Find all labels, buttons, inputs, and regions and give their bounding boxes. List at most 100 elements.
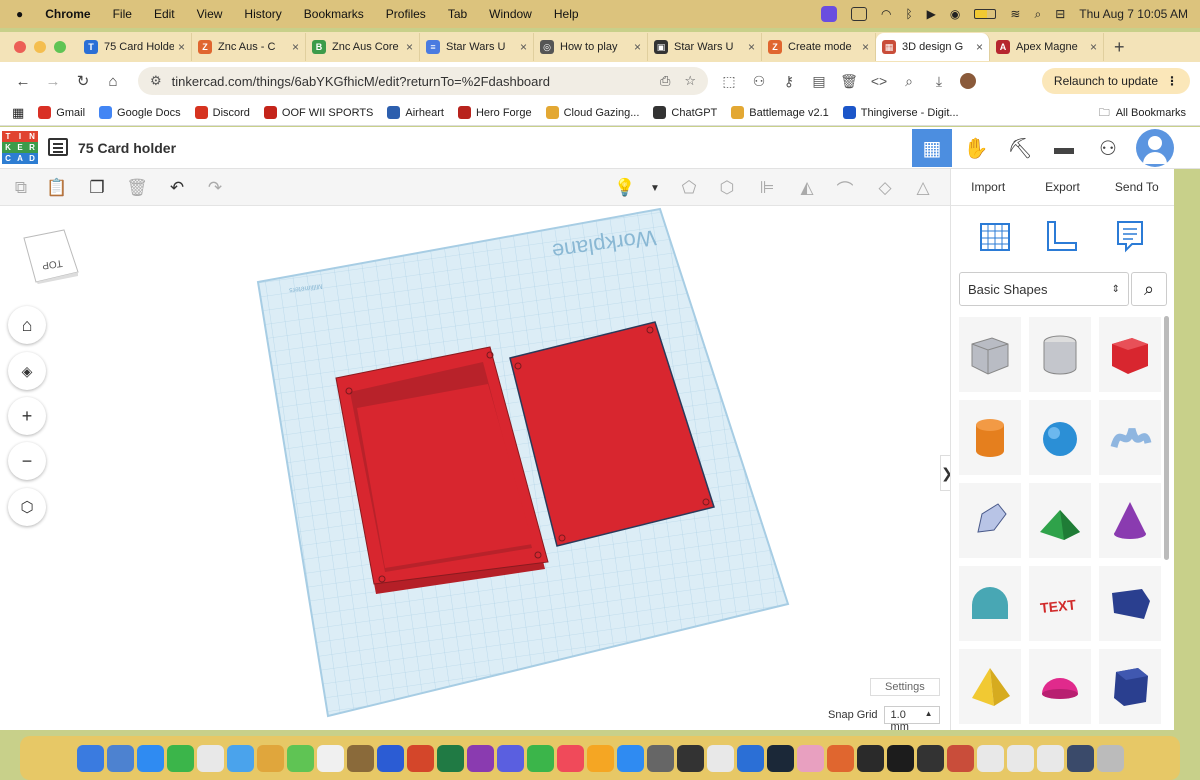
- browser-tab[interactable]: ◎ How to play ×: [534, 33, 648, 61]
- dock-app-icon[interactable]: [736, 744, 764, 772]
- view-cube[interactable]: TOP: [22, 228, 80, 284]
- forward-icon[interactable]: →: [40, 73, 66, 90]
- password-key-icon[interactable]: ⚷: [780, 73, 798, 90]
- browser-tab[interactable]: T 75 Card Holder ×: [78, 33, 192, 61]
- export-button[interactable]: Export: [1025, 169, 1099, 205]
- menu-window[interactable]: Window: [489, 7, 532, 21]
- ruler-icon[interactable]: [1044, 218, 1080, 254]
- apps-grid-icon[interactable]: ▦: [12, 105, 24, 121]
- browser-tab[interactable]: ≡ Star Wars U ×: [420, 33, 534, 61]
- shape-box[interactable]: [1099, 317, 1161, 392]
- workplane-tool-icon[interactable]: ◇: [874, 177, 896, 199]
- menu-help[interactable]: Help: [554, 7, 579, 21]
- snap-grid-select[interactable]: 1.0 mm ▲: [883, 706, 940, 730]
- relaunch-button[interactable]: Relaunch to update ⋮: [1041, 68, 1190, 94]
- ungroup-icon[interactable]: ⬡: [716, 177, 738, 199]
- back-icon[interactable]: ←: [10, 73, 36, 90]
- more-menu-icon[interactable]: ⋮: [1166, 74, 1178, 88]
- bookmark-star-icon[interactable]: ☆: [684, 73, 696, 89]
- close-tab-icon[interactable]: ×: [406, 40, 413, 54]
- tinkercad-logo[interactable]: TIN KER CAD: [2, 131, 38, 165]
- align-icon[interactable]: ⊫: [756, 177, 778, 199]
- search-icon[interactable]: ⌕: [1034, 7, 1041, 22]
- dock-app-icon[interactable]: [766, 744, 794, 772]
- menu-view[interactable]: View: [197, 7, 223, 21]
- send-to-button[interactable]: Send To: [1100, 169, 1174, 205]
- dock-app-icon[interactable]: [376, 744, 404, 772]
- browser-tab[interactable]: ▣ Star Wars U ×: [648, 33, 762, 61]
- search-shapes-button[interactable]: ⌕: [1131, 272, 1167, 306]
- shape-scribble[interactable]: [1099, 400, 1161, 475]
- trash-icon[interactable]: 🗑: [840, 73, 858, 90]
- dock-app-icon[interactable]: [706, 744, 734, 772]
- menu-app-name[interactable]: Chrome: [45, 7, 90, 21]
- dock-app-icon[interactable]: [496, 744, 524, 772]
- browser-tab[interactable]: B Znc Aus Core ×: [306, 33, 420, 61]
- browser-tab[interactable]: ▦ 3D design G ×: [876, 33, 990, 61]
- zoom-out-icon[interactable]: −: [8, 442, 46, 480]
- control-center-icon[interactable]: ⊟: [1055, 7, 1065, 21]
- 3d-view-grid-icon[interactable]: ▦: [912, 129, 952, 167]
- bookmark-item[interactable]: Thingiverse - Digit...: [842, 106, 959, 119]
- shape-cylinder-hole[interactable]: [1029, 317, 1091, 392]
- redo-icon[interactable]: ↷: [204, 177, 226, 199]
- reload-icon[interactable]: ↻: [70, 72, 96, 90]
- close-tab-icon[interactable]: ×: [976, 40, 983, 54]
- dock-app-icon[interactable]: [1036, 744, 1064, 772]
- all-bookmarks-button[interactable]: 🗀 All Bookmarks: [1099, 100, 1186, 126]
- menu-edit[interactable]: Edit: [154, 7, 175, 21]
- minimize-window-button[interactable]: [34, 41, 46, 53]
- zoom-in-icon[interactable]: +: [8, 397, 46, 435]
- bookmark-item[interactable]: ChatGPT: [653, 106, 717, 119]
- browser-tab[interactable]: Z Znc Aus - C ×: [192, 33, 306, 61]
- shape-cylinder[interactable]: [959, 400, 1021, 475]
- close-tab-icon[interactable]: ×: [178, 40, 185, 54]
- dock-app-icon[interactable]: [226, 744, 254, 772]
- settings-button[interactable]: Settings: [870, 678, 940, 696]
- dock-app-icon[interactable]: [406, 744, 434, 772]
- dock-app-icon[interactable]: [976, 744, 1004, 772]
- dock-app-icon[interactable]: [556, 744, 584, 772]
- address-bar[interactable]: ⚙ tinkercad.com/things/6abYKGfhicM/edit?…: [138, 67, 708, 95]
- dock-app-icon[interactable]: [886, 744, 914, 772]
- shape-wedge[interactable]: [1099, 566, 1161, 641]
- bookmark-item[interactable]: OOF WII SPORTS: [263, 106, 373, 119]
- reader-icon[interactable]: ▤: [810, 73, 828, 90]
- battery-icon[interactable]: [974, 9, 997, 19]
- dock-app-icon[interactable]: [346, 744, 374, 772]
- zoom-window-button[interactable]: [54, 41, 66, 53]
- close-window-button[interactable]: [14, 41, 26, 53]
- grid-icon[interactable]: [977, 218, 1013, 254]
- bookmark-item[interactable]: Discord: [194, 106, 250, 119]
- bookmark-item[interactable]: Cloud Gazing...: [545, 106, 639, 119]
- avatar[interactable]: [1136, 129, 1174, 167]
- dock-app-icon[interactable]: [196, 744, 224, 772]
- pickaxe-icon[interactable]: ⛏: [1000, 129, 1040, 167]
- menu-tab[interactable]: Tab: [448, 7, 467, 21]
- apple-icon[interactable]: ●: [16, 7, 23, 21]
- code-icon[interactable]: <>: [870, 73, 888, 89]
- notes-icon[interactable]: [1112, 218, 1148, 254]
- bookmark-item[interactable]: Hero Forge: [457, 106, 532, 119]
- add-user-icon[interactable]: ⚇: [1088, 129, 1128, 167]
- download-icon[interactable]: ⤓: [930, 73, 948, 90]
- design-list-icon[interactable]: [48, 138, 68, 156]
- menubar-clock[interactable]: Thu Aug 7 10:05 AM: [1079, 7, 1188, 21]
- new-tab-button[interactable]: +: [1114, 37, 1125, 58]
- shape-roof[interactable]: [1029, 483, 1091, 558]
- browser-tab[interactable]: Z Create mode ×: [762, 33, 876, 61]
- dock-app-icon[interactable]: [616, 744, 644, 772]
- cruise-icon[interactable]: ⌒: [834, 177, 856, 200]
- dock-app-icon[interactable]: [166, 744, 194, 772]
- dock-app-icon[interactable]: [826, 744, 854, 772]
- dock-app-icon[interactable]: [646, 744, 674, 772]
- close-tab-icon[interactable]: ×: [292, 40, 299, 54]
- dock-app-icon[interactable]: [316, 744, 344, 772]
- screen-icon[interactable]: [850, 7, 867, 21]
- dock-app-icon[interactable]: [856, 744, 884, 772]
- dock-app-icon[interactable]: [916, 744, 944, 772]
- dock-app-icon[interactable]: [586, 744, 614, 772]
- bookmark-item[interactable]: Airheart: [387, 106, 444, 119]
- shape-hexagonal-prism[interactable]: [1099, 649, 1161, 724]
- home-icon[interactable]: ⌂: [100, 73, 126, 90]
